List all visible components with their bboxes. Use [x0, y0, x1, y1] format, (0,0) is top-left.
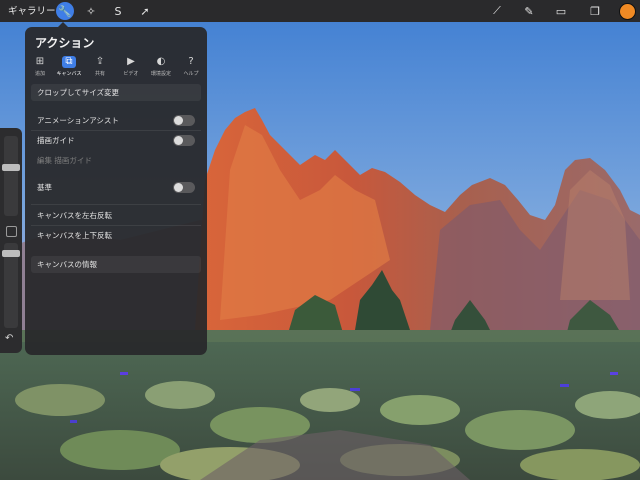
- reference-label: 基準: [37, 183, 52, 192]
- actions-popover: アクション ⊞ 追加 ⧉ キャンバス ⇪ 共有 ▶ ビデオ ◐ 環境設定 ? ヘ…: [25, 22, 207, 355]
- help-icon: ?: [188, 56, 194, 67]
- smudge-icon[interactable]: ✎: [520, 2, 538, 20]
- eraser-icon[interactable]: ▭: [552, 2, 570, 20]
- tab-label: キャンバス: [56, 71, 82, 77]
- brush-size-slider[interactable]: [4, 136, 18, 216]
- wrench-icon[interactable]: 🔧: [56, 2, 74, 20]
- animation-assist-label: アニメーションアシスト: [37, 116, 119, 125]
- animation-assist-toggle[interactable]: [173, 115, 195, 126]
- reference-item[interactable]: 基準: [31, 179, 201, 196]
- canvas-icon: ⧉: [62, 56, 76, 68]
- tab-preferences[interactable]: ◐ 環境設定: [147, 56, 175, 77]
- tab-add[interactable]: ⊞ 追加: [26, 56, 54, 77]
- popover-caret: [58, 22, 68, 27]
- selection-icon[interactable]: S: [109, 2, 127, 20]
- flip-horizontal-item[interactable]: キャンバスを左右反転: [31, 207, 201, 224]
- preferences-toggle-icon: ◐: [156, 56, 166, 67]
- tab-label: 環境設定: [150, 71, 171, 77]
- video-play-icon: ▶: [127, 56, 135, 67]
- share-icon: ⇪: [95, 56, 105, 67]
- drawing-guide-toggle[interactable]: [173, 135, 195, 146]
- brush-icon[interactable]: ⟋: [488, 2, 506, 20]
- tab-label: ヘルプ: [183, 71, 199, 77]
- tab-label: 追加: [34, 71, 45, 77]
- reference-toggle[interactable]: [173, 182, 195, 193]
- drawing-guide-label: 描画ガイド: [37, 136, 75, 145]
- canvas-info-item[interactable]: キャンバスの情報: [31, 256, 201, 273]
- top-toolbar: ギャラリー 🔧 ✧ S ➚ ⟋ ✎ ▭ ❐: [0, 0, 640, 22]
- divider: [31, 225, 201, 226]
- modify-button[interactable]: [6, 226, 17, 237]
- divider: [31, 204, 201, 205]
- panel-title: アクション: [35, 36, 95, 50]
- divider: [31, 130, 201, 131]
- brush-size-handle[interactable]: [2, 164, 20, 171]
- tab-video[interactable]: ▶ ビデオ: [117, 56, 145, 77]
- tab-label: ビデオ: [123, 71, 139, 77]
- animation-assist-item[interactable]: アニメーションアシスト: [31, 112, 201, 129]
- add-icon: ⊞: [35, 56, 45, 67]
- tab-share[interactable]: ⇪ 共有: [86, 56, 114, 77]
- transform-arrow-icon[interactable]: ➚: [136, 2, 154, 20]
- opacity-handle[interactable]: [2, 250, 20, 257]
- undo-icon[interactable]: ↶: [5, 333, 13, 344]
- gallery-button[interactable]: ギャラリー: [8, 3, 56, 17]
- left-sidebar: ↶: [0, 128, 22, 353]
- tab-label: 共有: [94, 71, 105, 77]
- crop-resize-item[interactable]: クロップしてサイズ変更: [31, 84, 201, 101]
- color-picker-button[interactable]: [619, 3, 636, 20]
- tab-help[interactable]: ? ヘルプ: [177, 56, 205, 77]
- edit-drawing-guide-item: 編集 描画ガイド: [37, 156, 92, 165]
- flip-vertical-item[interactable]: キャンバスを上下反転: [31, 227, 201, 244]
- tab-canvas[interactable]: ⧉ キャンバス: [55, 56, 83, 77]
- drawing-guide-item[interactable]: 描画ガイド: [31, 132, 201, 149]
- layers-icon[interactable]: ❐: [586, 2, 604, 20]
- magic-wand-icon[interactable]: ✧: [82, 2, 100, 20]
